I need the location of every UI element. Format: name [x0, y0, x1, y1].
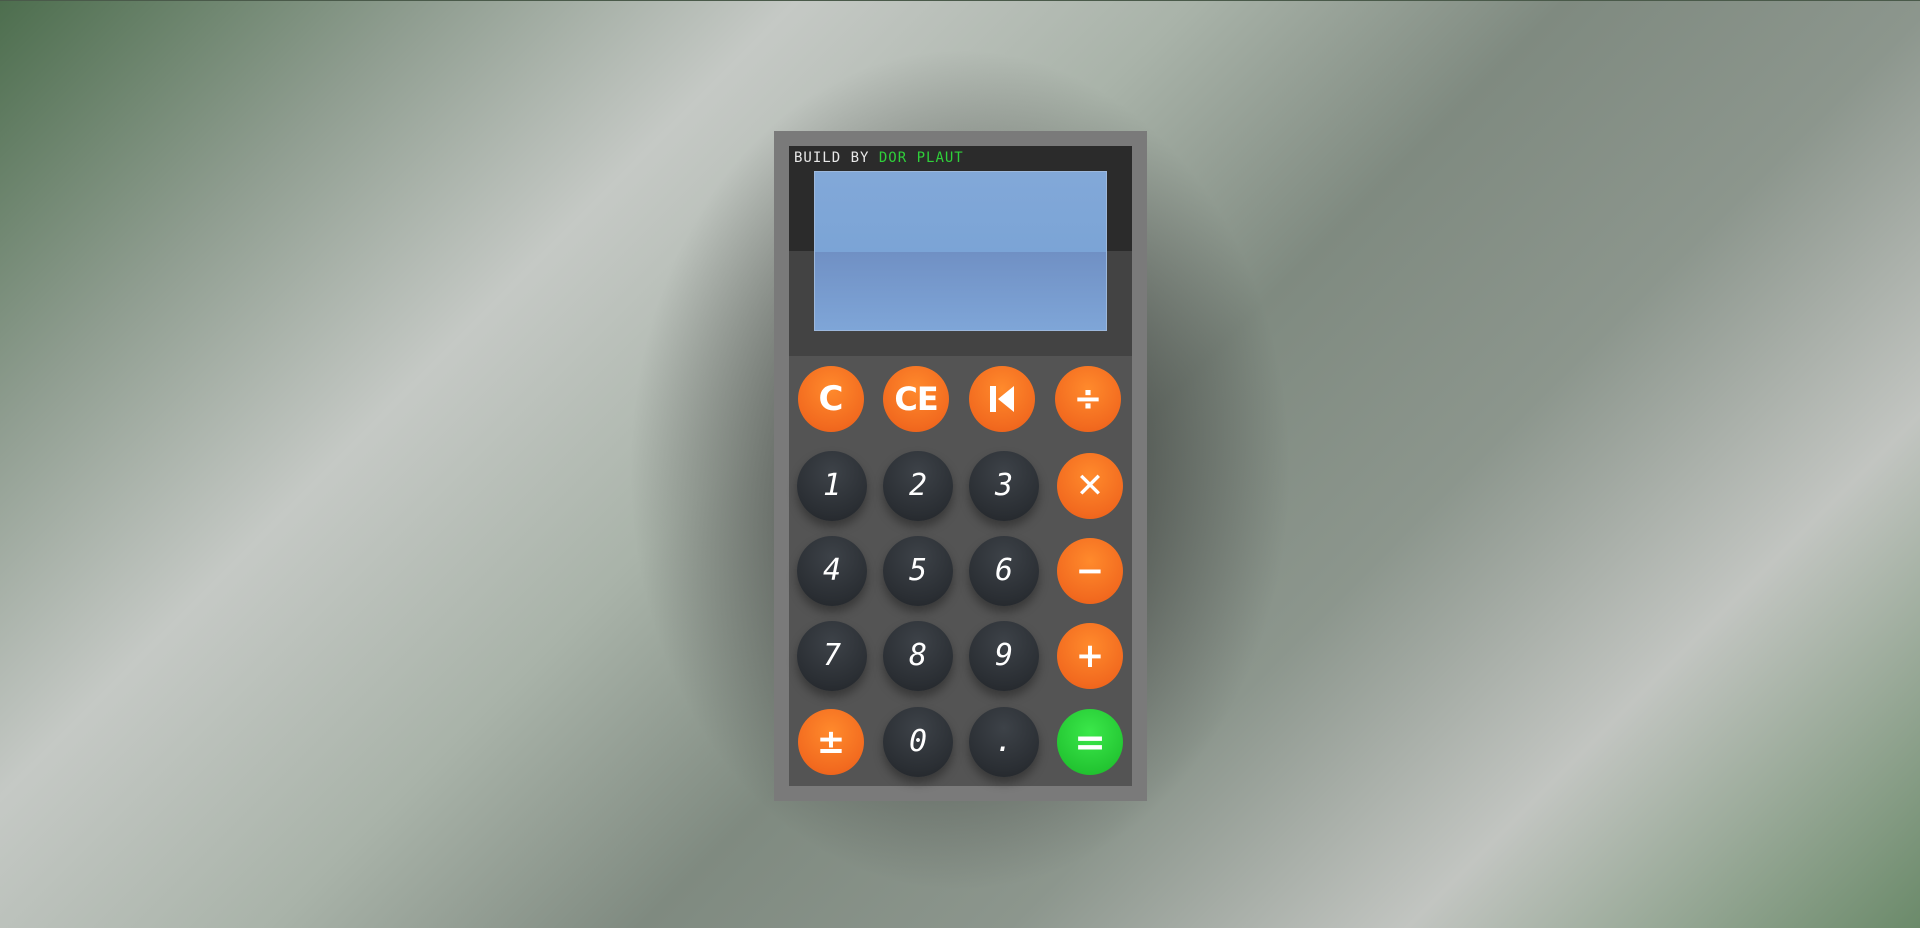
- calculator: BUILD BY DOR PLAUT C CE ÷ 1 2 3 ✕ 4 5 6 …: [774, 131, 1147, 801]
- multiply-label: ✕: [1075, 466, 1105, 506]
- clear-button[interactable]: C: [798, 366, 864, 432]
- credit-prefix: BUILD BY: [794, 150, 870, 166]
- decimal-label: .: [994, 724, 1014, 759]
- backspace-button[interactable]: [969, 366, 1035, 432]
- digit-3-label: 3: [994, 468, 1014, 503]
- digit-0-button[interactable]: 0: [883, 707, 953, 777]
- digit-8-label: 8: [908, 638, 928, 673]
- credit-line: BUILD BY DOR PLAUT: [794, 150, 964, 166]
- clear-entry-button[interactable]: CE: [883, 366, 949, 432]
- multiply-button[interactable]: ✕: [1057, 453, 1123, 519]
- digit-4-button[interactable]: 4: [797, 536, 867, 606]
- digit-3-button[interactable]: 3: [969, 451, 1039, 521]
- plus-minus-label: ±: [816, 722, 846, 762]
- plus-label: +: [1075, 636, 1105, 676]
- digit-6-label: 6: [994, 553, 1014, 588]
- top-border: [0, 0, 1920, 1]
- digit-4-label: 4: [822, 553, 842, 588]
- clear-label: C: [818, 379, 844, 419]
- equals-button[interactable]: =: [1057, 709, 1123, 775]
- digit-8-button[interactable]: 8: [883, 621, 953, 691]
- plus-button[interactable]: +: [1057, 623, 1123, 689]
- digit-5-label: 5: [908, 553, 928, 588]
- digit-2-label: 2: [908, 468, 928, 503]
- credit-author: DOR PLAUT: [878, 150, 964, 166]
- digit-9-label: 9: [994, 638, 1014, 673]
- backspace-icon: [987, 383, 1017, 415]
- digit-0-label: 0: [908, 724, 928, 759]
- keypad: C CE ÷ 1 2 3 ✕ 4 5 6 − 7 8 9 + ± 0 . =: [789, 356, 1132, 786]
- digit-9-button[interactable]: 9: [969, 621, 1039, 691]
- clear-entry-label: CE: [894, 380, 938, 418]
- plus-minus-button[interactable]: ±: [798, 709, 864, 775]
- digit-5-button[interactable]: 5: [883, 536, 953, 606]
- digit-2-button[interactable]: 2: [883, 451, 953, 521]
- digit-7-button[interactable]: 7: [797, 621, 867, 691]
- display-screen: [814, 171, 1107, 331]
- equals-label: =: [1074, 720, 1106, 764]
- divide-button[interactable]: ÷: [1055, 366, 1121, 432]
- digit-1-button[interactable]: 1: [797, 451, 867, 521]
- minus-button[interactable]: −: [1057, 538, 1123, 604]
- decimal-button[interactable]: .: [969, 707, 1039, 777]
- minus-label: −: [1075, 551, 1105, 591]
- digit-1-label: 1: [822, 468, 842, 503]
- divide-label: ÷: [1073, 379, 1103, 419]
- digit-7-label: 7: [822, 638, 842, 673]
- digit-6-button[interactable]: 6: [969, 536, 1039, 606]
- screen-area: BUILD BY DOR PLAUT: [789, 146, 1132, 356]
